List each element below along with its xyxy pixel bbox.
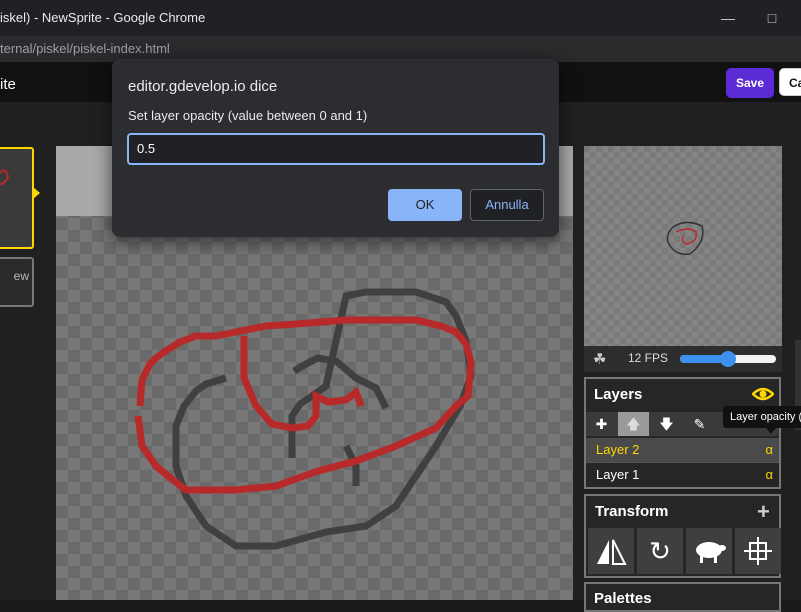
onion-skin-icon[interactable]: ☘ bbox=[593, 350, 611, 368]
eye-icon[interactable] bbox=[752, 385, 774, 403]
preview-sprite bbox=[666, 221, 704, 255]
fps-label: 12 FPS bbox=[628, 351, 669, 365]
window-title: iskel) - NewSprite - Google Chrome bbox=[0, 10, 206, 25]
layer-opacity-icon[interactable]: α bbox=[765, 438, 773, 462]
center-glyph bbox=[744, 537, 772, 565]
new-frame-label: ew bbox=[13, 269, 29, 283]
dialog-message: Set layer opacity (value between 0 and 1… bbox=[128, 108, 368, 123]
animation-preview bbox=[584, 146, 782, 346]
layer-opacity-tooltip: Layer opacity ( bbox=[723, 406, 801, 428]
layer1-strokes bbox=[172, 288, 475, 550]
layer-name: Layer 1 bbox=[596, 467, 640, 482]
sprite-name: ite bbox=[0, 76, 16, 93]
new-frame-button[interactable]: ew bbox=[0, 257, 34, 307]
layer-item-1[interactable]: Layer 1 α bbox=[586, 462, 779, 486]
layers-title: Layers bbox=[594, 386, 643, 403]
annulla-button[interactable]: Annulla bbox=[470, 189, 544, 221]
expand-transform-icon[interactable]: + bbox=[757, 499, 770, 525]
move-layer-up-icon[interactable]: 🡅 bbox=[618, 412, 649, 436]
fps-slider-thumb[interactable] bbox=[720, 351, 736, 367]
clone-sheep-icon[interactable] bbox=[686, 528, 732, 574]
sheep-glyph bbox=[696, 542, 726, 563]
tooltip-arrow bbox=[766, 428, 776, 434]
ok-button[interactable]: OK bbox=[388, 189, 462, 221]
frame-thumbnail[interactable] bbox=[0, 147, 34, 249]
center-align-icon[interactable] bbox=[735, 528, 781, 574]
selected-frame-indicator bbox=[33, 187, 40, 199]
url-text: ternal/piskel/piskel-index.html bbox=[0, 41, 170, 56]
frame-thumbnail-sprite bbox=[0, 169, 10, 186]
maximize-icon[interactable]: □ bbox=[762, 8, 782, 28]
flip-icon[interactable] bbox=[588, 528, 634, 574]
opacity-input[interactable]: 0.5 bbox=[127, 133, 545, 165]
rotate-icon[interactable]: ↻ bbox=[637, 528, 683, 574]
layer-item-2[interactable]: Layer 2 α bbox=[586, 438, 779, 462]
flip-glyph bbox=[597, 539, 627, 565]
move-layer-down-icon[interactable]: 🡇 bbox=[651, 412, 682, 436]
layer-opacity-icon[interactable]: α bbox=[765, 463, 773, 487]
browser-title-bar: iskel) - NewSprite - Google Chrome — □ bbox=[0, 0, 801, 36]
layer-name: Layer 2 bbox=[596, 442, 640, 457]
dialog-title: editor.gdevelop.io dice bbox=[128, 78, 278, 95]
transform-title: Transform bbox=[595, 503, 669, 520]
cancel-button[interactable]: Ca bbox=[779, 68, 801, 96]
save-button[interactable]: Save bbox=[726, 68, 774, 98]
minimize-icon[interactable]: — bbox=[718, 8, 738, 28]
add-layer-icon[interactable]: ✚ bbox=[586, 412, 617, 436]
palettes-title: Palettes bbox=[594, 590, 652, 607]
edit-layer-icon[interactable]: ✎ bbox=[684, 412, 715, 436]
